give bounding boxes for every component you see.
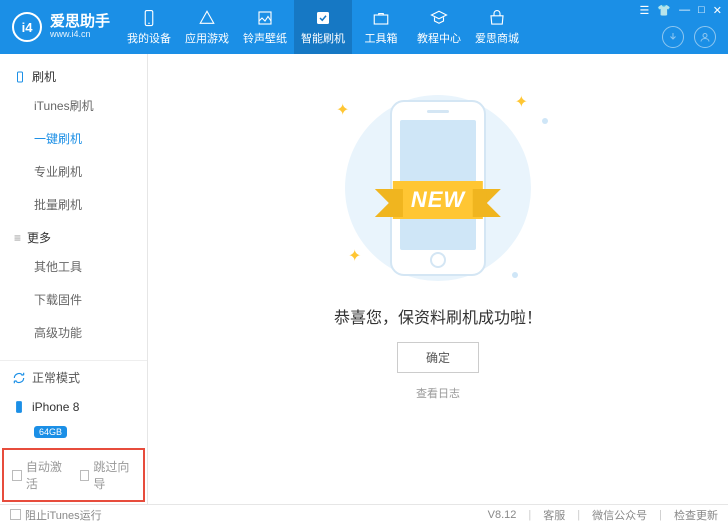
maximize-icon[interactable]: □ bbox=[698, 4, 705, 17]
skin-icon[interactable]: 👕 bbox=[657, 4, 671, 17]
sidebar-item-other-tools[interactable]: 其他工具 bbox=[0, 250, 147, 283]
capacity-badge: 64GB bbox=[34, 426, 67, 438]
sidebar-group-more[interactable]: ≡ 更多 bbox=[0, 221, 147, 250]
logo-icon: i4 bbox=[12, 12, 42, 42]
phone-small-icon bbox=[14, 71, 26, 83]
download-button[interactable] bbox=[662, 26, 684, 48]
store-icon bbox=[488, 9, 506, 27]
auto-activate-checkbox[interactable]: 自动激活 bbox=[12, 458, 68, 492]
app-logo: i4 爱思助手 www.i4.cn bbox=[0, 12, 120, 42]
main-content: ✦ ✦ ✦ NEW 恭喜您，保资料刷机成功啦！ 确定 查看日志 bbox=[148, 54, 728, 504]
stop-itunes-checkbox[interactable]: 阻止iTunes运行 bbox=[10, 507, 102, 523]
phone-icon bbox=[140, 9, 158, 27]
sidebar: 刷机 iTunes刷机 一键刷机 专业刷机 批量刷机 ≡ 更多 其他工具 下载固… bbox=[0, 54, 148, 504]
nav-flash[interactable]: 智能刷机 bbox=[294, 0, 352, 54]
refresh-icon bbox=[12, 371, 26, 385]
flash-icon bbox=[314, 9, 332, 27]
sparkle-icon: ✦ bbox=[336, 100, 349, 120]
nav-apps[interactable]: 应用游戏 bbox=[178, 0, 236, 54]
device-icon bbox=[12, 400, 26, 414]
minimize-icon[interactable]: — bbox=[679, 4, 690, 17]
view-log-link[interactable]: 查看日志 bbox=[416, 385, 460, 401]
main-nav: 我的设备 应用游戏 铃声壁纸 智能刷机 工具箱 教程中心 爱思商城 bbox=[120, 0, 526, 54]
app-name: 爱思助手 bbox=[50, 14, 110, 31]
nav-store[interactable]: 爱思商城 bbox=[468, 0, 526, 54]
sidebar-item-download-fw[interactable]: 下载固件 bbox=[0, 283, 147, 316]
new-ribbon: NEW bbox=[393, 181, 483, 219]
sidebar-item-batch-flash[interactable]: 批量刷机 bbox=[0, 188, 147, 221]
sparkle-icon: ✦ bbox=[515, 92, 528, 112]
status-bar: 阻止iTunes运行 V8.12| 客服| 微信公众号| 检查更新 bbox=[0, 504, 728, 524]
menu-icon[interactable]: ☰ bbox=[640, 4, 650, 17]
list-icon: ≡ bbox=[14, 231, 21, 245]
sidebar-group-flash[interactable]: 刷机 bbox=[0, 60, 147, 89]
nav-tutorial[interactable]: 教程中心 bbox=[410, 0, 468, 54]
nav-my-device[interactable]: 我的设备 bbox=[120, 0, 178, 54]
sidebar-item-itunes-flash[interactable]: iTunes刷机 bbox=[0, 89, 147, 122]
ok-button[interactable]: 确定 bbox=[397, 342, 479, 373]
nav-ringtone[interactable]: 铃声壁纸 bbox=[236, 0, 294, 54]
sidebar-item-advanced[interactable]: 高级功能 bbox=[0, 316, 147, 349]
close-icon[interactable]: ✕ bbox=[713, 4, 722, 17]
wallpaper-icon bbox=[256, 9, 274, 27]
success-illustration: ✦ ✦ ✦ NEW bbox=[318, 88, 558, 288]
auto-options-highlight: 自动激活 跳过向导 bbox=[2, 448, 145, 502]
nav-toolbox[interactable]: 工具箱 bbox=[352, 0, 410, 54]
device-info[interactable]: iPhone 8 64GB bbox=[0, 394, 147, 438]
success-message: 恭喜您，保资料刷机成功啦！ bbox=[334, 304, 542, 328]
device-mode[interactable]: 正常模式 bbox=[0, 360, 147, 394]
window-controls: ☰ 👕 — □ ✕ bbox=[640, 4, 722, 17]
sidebar-item-pro-flash[interactable]: 专业刷机 bbox=[0, 155, 147, 188]
customer-service-link[interactable]: 客服 bbox=[543, 507, 565, 523]
check-update-link[interactable]: 检查更新 bbox=[674, 507, 718, 523]
skip-wizard-checkbox[interactable]: 跳过向导 bbox=[80, 458, 136, 492]
sidebar-item-onekey-flash[interactable]: 一键刷机 bbox=[0, 122, 147, 155]
version-label: V8.12 bbox=[488, 509, 517, 521]
tutorial-icon bbox=[430, 9, 448, 27]
toolbox-icon bbox=[372, 9, 390, 27]
user-button[interactable] bbox=[694, 26, 716, 48]
wechat-link[interactable]: 微信公众号 bbox=[592, 507, 647, 523]
apps-icon bbox=[198, 9, 216, 27]
header-actions bbox=[662, 26, 716, 48]
app-url: www.i4.cn bbox=[50, 30, 110, 40]
app-header: i4 爱思助手 www.i4.cn 我的设备 应用游戏 铃声壁纸 智能刷机 工具… bbox=[0, 0, 728, 54]
sparkle-icon: ✦ bbox=[348, 246, 361, 266]
